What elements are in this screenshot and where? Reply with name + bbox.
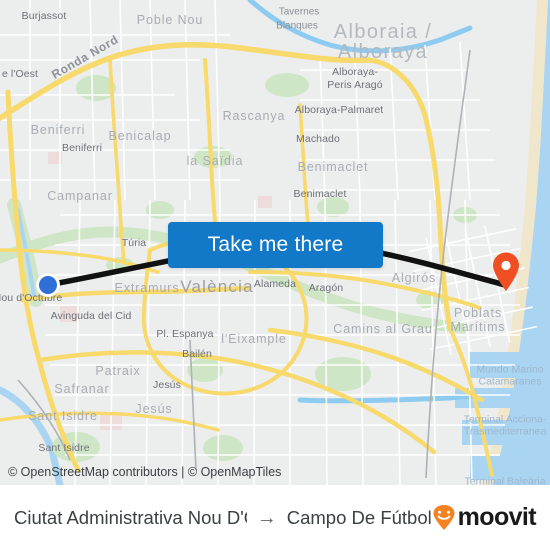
moovit-map-screenshot: Burjassot Poble Nou Tavernes Blanques Albora…	[0, 0, 550, 550]
moovit-wordmark: moovit	[457, 503, 537, 531]
map-attribution: © OpenStreetMap contributors | © OpenMap…	[8, 465, 282, 479]
arrow-right-icon: →	[256, 506, 277, 529]
take-me-there-button[interactable]: Take me there	[168, 222, 383, 268]
trip-origin-label: Ciutat Administrativa Nou D'O…	[14, 506, 247, 528]
moovit-pin-icon	[433, 504, 455, 530]
trip-summary: Ciutat Administrativa Nou D'O… → Campo D…	[14, 507, 432, 529]
map-canvas[interactable]: Burjassot Poble Nou Tavernes Blanques Albora…	[0, 0, 550, 485]
origin-marker[interactable]	[36, 273, 60, 297]
bottom-bar: Ciutat Administrativa Nou D'O… → Campo D…	[0, 485, 550, 550]
destination-marker[interactable]	[491, 252, 521, 297]
moovit-logo[interactable]: moovit	[432, 503, 537, 532]
trip-destination-label: Campo De Fútbol…	[286, 506, 432, 528]
